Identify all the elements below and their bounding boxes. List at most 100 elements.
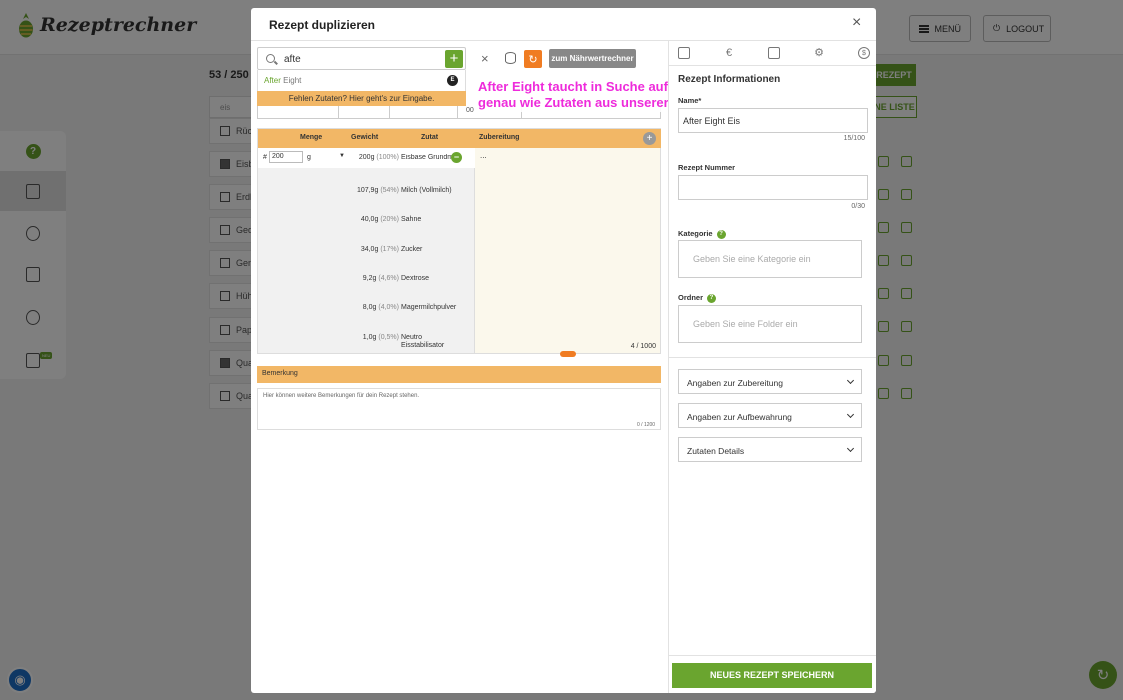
- ingredients-table: Menge Gewicht Zutat #200 g ▼ 200g (100%) Eis…: [257, 128, 476, 354]
- preparation-title: Zubereitung: [479, 134, 520, 141]
- gear-icon[interactable]: ⚙: [813, 47, 825, 59]
- own-ingredient-badge: E: [447, 75, 458, 86]
- modal-title: Rezept duplizieren: [269, 18, 376, 32]
- tab-fragment: 00: [466, 107, 474, 114]
- weight-value: 40,0g: [360, 216, 379, 223]
- ingredient-row: 40,0g (20%) Sahne: [258, 210, 476, 230]
- ingredient-name: Magermilchpulver: [401, 304, 457, 311]
- database-icon[interactable]: [505, 52, 516, 64]
- refresh-button[interactable]: ↻: [524, 50, 542, 68]
- weight-value: 107,9g: [356, 187, 379, 194]
- accordion-storage[interactable]: Angaben zur Aufbewahrung: [678, 403, 862, 428]
- ingredient-row: 34,0g (17%) Zucker: [258, 240, 476, 260]
- help-icon[interactable]: ?: [716, 229, 726, 239]
- ingredient-weight: 8,0g (4,0%): [363, 304, 399, 311]
- info-tabs: € ⚙ $: [669, 41, 876, 66]
- euro-icon[interactable]: €: [723, 47, 735, 59]
- ingredient-name: Dextrose: [401, 275, 430, 282]
- folder-label: Ordner: [678, 293, 704, 302]
- ingredient-row: 9,2g (4,6%) Dextrose: [258, 269, 476, 289]
- ingredient-weight: 107,9g (54%): [357, 187, 399, 194]
- ingredient-weight: 200g (100%): [359, 154, 399, 161]
- ingredient-weight: 34,0g (17%): [361, 246, 399, 253]
- preparation-header: Zubereitung +: [475, 129, 661, 148]
- amount-unit: g: [307, 154, 311, 161]
- amount-prefix: #: [263, 154, 267, 161]
- weight-percent: (4,0%): [378, 304, 399, 311]
- preparation-panel: Zubereitung + ... 4 / 1000: [475, 128, 661, 354]
- resize-handle[interactable]: [560, 351, 576, 357]
- weight-percent: (54%): [380, 187, 399, 194]
- suggestion-highlight: After: [264, 76, 281, 85]
- help-icon[interactable]: ?: [707, 293, 717, 303]
- chevron-down-icon: [846, 410, 855, 419]
- chevron-down-icon: [846, 444, 855, 453]
- preparation-text[interactable]: ...: [480, 151, 487, 160]
- ingredient-row: #200 g ▼ 200g (100%)Eisbase Grundmasse−: [258, 148, 476, 168]
- ingredient-row: 107,9g (54%) Milch (Vollmilch): [258, 181, 476, 201]
- remarks-count: 0 / 1200: [637, 422, 656, 428]
- modal-header: Rezept duplizieren ×: [251, 8, 876, 41]
- clear-icon[interactable]: ×: [481, 51, 489, 66]
- column-gewicht: Gewicht: [351, 134, 379, 141]
- missing-ingredients-link[interactable]: Fehlen Zutaten? Hier geht's zur Eingabe.: [257, 91, 466, 106]
- weight-percent: (20%): [380, 216, 399, 223]
- crossed-dollar-icon[interactable]: $: [858, 47, 870, 59]
- search-icon: [266, 54, 275, 63]
- info-tab-icon[interactable]: [678, 47, 690, 59]
- name-label: Name*: [678, 96, 702, 105]
- weight-percent: (100%): [376, 154, 399, 161]
- add-step-icon[interactable]: +: [643, 132, 656, 145]
- ingredient-name: Neutro Eisstabilisator: [401, 334, 445, 349]
- nutrition-calculator-button[interactable]: zum Nährwertrechner: [549, 49, 636, 68]
- remarks-title: Bemerkung: [262, 370, 298, 377]
- close-icon[interactable]: ×: [852, 14, 861, 32]
- ingredient-name: Sahne: [401, 216, 422, 223]
- remarks-header: Bemerkung: [257, 366, 661, 383]
- weight-value: 8,0g: [362, 304, 377, 311]
- unit-dropdown-icon[interactable]: ▼: [339, 153, 345, 159]
- ingredient-weight: 1,0g (0,5%): [363, 334, 399, 341]
- add-ingredient-button[interactable]: +: [445, 50, 463, 68]
- weight-value: 9,2g: [362, 275, 377, 282]
- ingredients-table-header: Menge Gewicht Zutat: [258, 129, 476, 148]
- accordion-label: Angaben zur Zubereitung: [687, 378, 783, 388]
- accordion-preparation[interactable]: Angaben zur Zubereitung: [678, 369, 862, 394]
- barcode-icon[interactable]: [768, 47, 780, 59]
- amount-input[interactable]: 200: [269, 151, 303, 163]
- folder-input[interactable]: Geben Sie eine Folder ein: [678, 305, 862, 343]
- weight-value: 34,0g: [360, 246, 379, 253]
- category-input[interactable]: Geben Sie eine Kategorie ein: [678, 240, 862, 278]
- ingredient-name: Milch (Vollmilch): [401, 187, 452, 194]
- ingredient-row: 1,0g (0,5%) Neutro Eisstabilisator: [258, 328, 476, 349]
- ingredient-row: 8,0g (4,0%) Magermilchpulver: [258, 298, 476, 318]
- divider: [669, 357, 876, 358]
- accordion-label: Angaben zur Aufbewahrung: [687, 412, 792, 422]
- accordion-label: Zutaten Details: [687, 446, 745, 456]
- weight-value: 1,0g: [362, 334, 377, 341]
- column-menge: Menge: [300, 134, 323, 141]
- suggestion-rest: Eight: [280, 76, 302, 85]
- weight-percent: (4,6%): [378, 275, 399, 282]
- preparation-count: 4 / 1000: [630, 343, 656, 350]
- column-zutat: Zutat: [421, 134, 439, 141]
- recipe-number-field[interactable]: [678, 175, 868, 200]
- info-title: Rezept Informationen: [678, 74, 781, 85]
- accordion-ingredient-details[interactable]: Zutaten Details: [678, 437, 862, 462]
- ingredient-weight: 9,2g (4,6%): [363, 275, 399, 282]
- remove-ingredient-icon[interactable]: −: [451, 152, 462, 163]
- ingredient-weight: 40,0g (20%): [361, 216, 399, 223]
- recipe-info-pane: € ⚙ $ Rezept Informationen Name* After E…: [668, 41, 876, 693]
- recipe-name-field[interactable]: After Eight Eis: [678, 108, 868, 133]
- search-value: afte: [284, 54, 301, 65]
- save-new-recipe-button[interactable]: NEUES REZEPT SPEICHERN: [672, 663, 872, 688]
- ingredient-name: Eisbase Grundmasse: [401, 154, 453, 161]
- ingredient-name: Zucker: [401, 246, 423, 253]
- weight-percent: (0,5%): [378, 334, 399, 341]
- number-label: Rezept Nummer: [678, 163, 736, 172]
- remarks-textarea[interactable]: Hier können weitere Bemerkungen für dein…: [257, 388, 661, 430]
- number-count: 0/30: [851, 203, 865, 210]
- search-suggestion-item[interactable]: After Eight E: [257, 70, 466, 91]
- recipe-editor-pane: × ↻ zum Nährwertrechner 00 Menge Gewicht…: [251, 41, 711, 693]
- ingredient-search-input[interactable]: afte +: [257, 47, 466, 70]
